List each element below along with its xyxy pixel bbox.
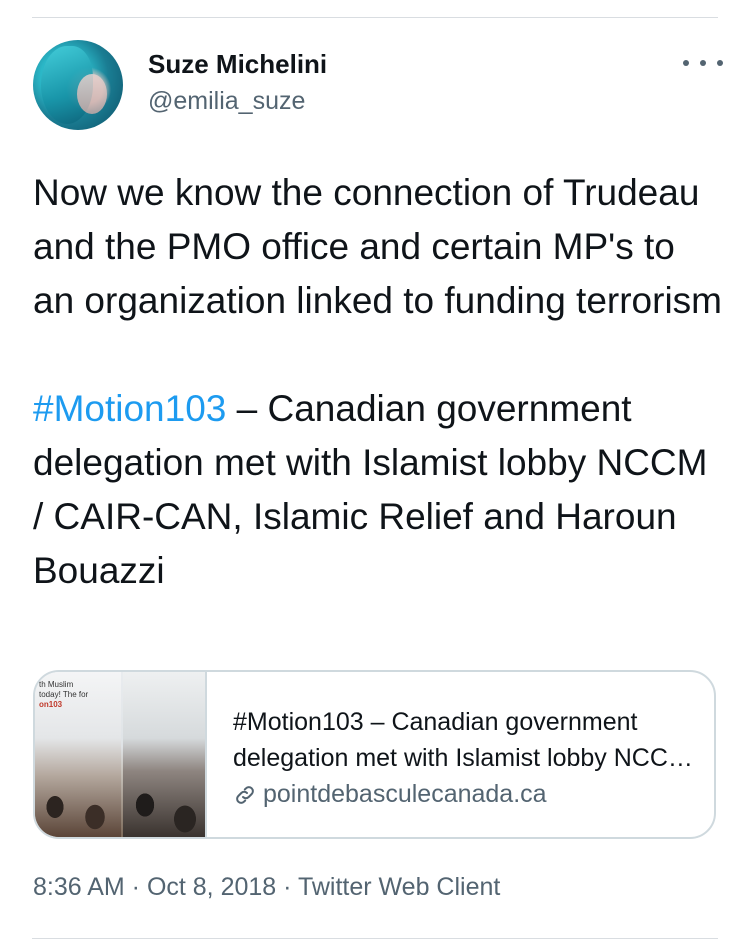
- author-handle[interactable]: @emilia_suze: [148, 87, 305, 116]
- tweet-paragraph-1: Now we know the connection of Trudeau an…: [33, 172, 722, 321]
- tweet-timestamp-source[interactable]: 8:36 AM · Oct 8, 2018 · Twitter Web Clie…: [33, 873, 500, 902]
- thumbnail-caption-line: on103: [39, 700, 63, 709]
- card-domain-row: pointdebasculecanada.ca: [233, 780, 547, 809]
- link-preview-card[interactable]: th Muslim today! The for on103 #Motion10…: [33, 670, 716, 839]
- card-thumbnail: th Muslim today! The for on103: [35, 672, 207, 837]
- thumbnail-people: [35, 767, 205, 837]
- bottom-divider: [32, 938, 718, 939]
- hashtag-link[interactable]: #Motion103: [33, 388, 226, 429]
- more-dots-icon[interactable]: [683, 50, 723, 76]
- dot: [683, 60, 689, 66]
- card-domain: pointdebasculecanada.ca: [263, 780, 547, 808]
- author-name[interactable]: Suze Michelini: [148, 49, 327, 80]
- avatar[interactable]: [33, 40, 123, 130]
- tweet-text: Now we know the connection of Trudeau an…: [33, 166, 723, 598]
- thumbnail-caption-line: th Muslim: [39, 680, 74, 689]
- thumbnail-caption-line: today! The for: [39, 690, 89, 699]
- top-divider: [32, 17, 718, 18]
- dot: [717, 60, 723, 66]
- link-icon: [236, 785, 254, 804]
- dot: [700, 60, 706, 66]
- tweet-paragraph-2: #Motion103 – Canadian government delegat…: [33, 382, 723, 598]
- card-title: #Motion103 – Canadian government delegat…: [233, 708, 703, 772]
- thumbnail-caption: th Muslim today! The for on103: [39, 680, 88, 710]
- avatar-face: [77, 74, 107, 114]
